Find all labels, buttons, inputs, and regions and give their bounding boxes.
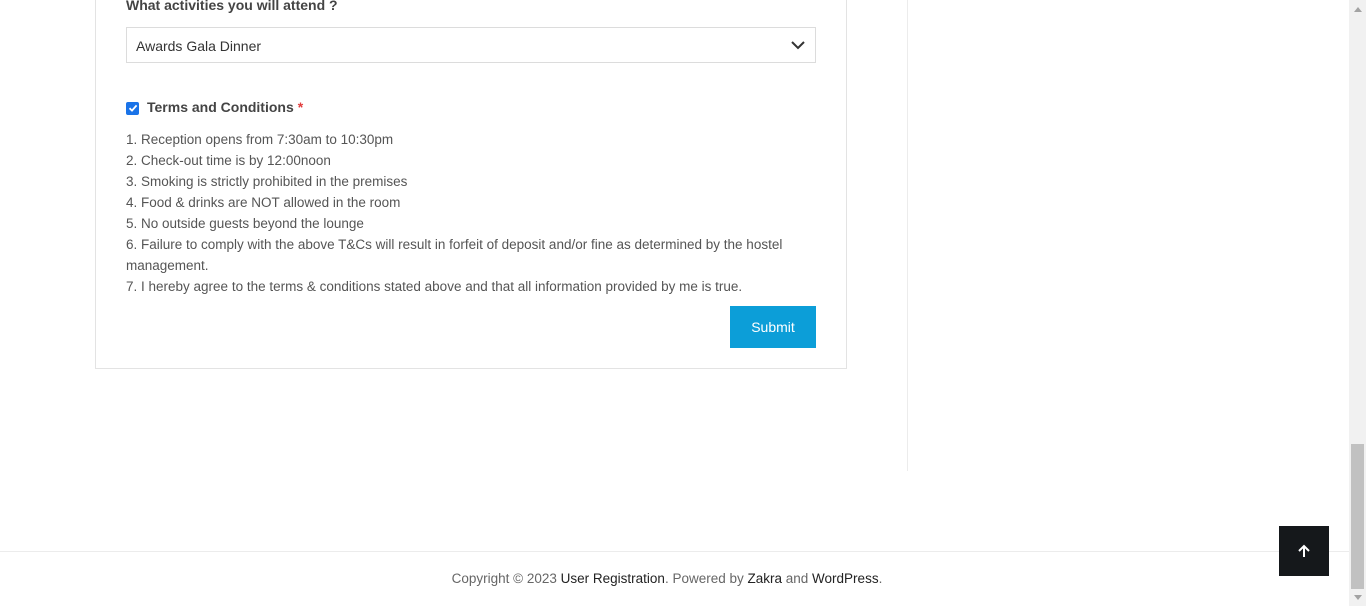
submit-button[interactable]: Submit [730,306,816,348]
page-scrollbar[interactable] [1349,0,1366,606]
terms-checkbox-row[interactable]: Terms and Conditions * [126,98,303,116]
terms-list: 1. Reception opens from 7:30am to 10:30p… [126,129,826,297]
activities-select-value: Awards Gala Dinner [136,38,262,54]
terms-item: 6. Failure to comply with the above T&Cs… [126,237,783,273]
footer-prefix: Copyright © 2023 [451,571,561,586]
back-to-top-button[interactable] [1279,526,1329,576]
sidebar-divider [907,0,908,471]
footer-copyright: Copyright © 2023 User Registration. Powe… [0,571,1334,586]
activities-select[interactable]: Awards Gala Dinner [126,27,816,63]
scroll-down-arrow-icon[interactable] [1349,589,1366,606]
terms-label: Terms and Conditions [147,99,294,115]
terms-item: 7. I hereby agree to the terms & conditi… [126,279,743,294]
terms-item: 1. Reception opens from 7:30am to 10:30p… [126,132,394,147]
terms-item: 5. No outside guests beyond the lounge [126,216,364,231]
required-marker: * [297,99,304,115]
terms-item: 3. Smoking is strictly prohibited in the… [126,174,408,189]
terms-checkbox[interactable] [126,101,139,115]
activities-label: What activities you will attend ? [126,0,338,13]
scrollbar-thumb[interactable] [1351,444,1364,589]
footer-site-link[interactable]: User Registration [561,571,665,586]
footer-suffix: . [878,571,883,586]
terms-item: 4. Food & drinks are NOT allowed in the … [126,195,401,210]
footer-divider [0,551,1350,552]
scroll-up-arrow-icon[interactable] [1349,0,1366,17]
terms-item: 2. Check-out time is by 12:00noon [126,153,331,168]
footer-theme-link[interactable]: Zakra [748,571,783,586]
arrow-up-icon [1298,544,1310,557]
footer-powered: . Powered by [664,571,748,586]
footer-and: and [782,571,813,586]
footer-wordpress-link[interactable]: WordPress [812,571,879,586]
chevron-down-icon [791,41,805,50]
check-icon [128,104,137,112]
